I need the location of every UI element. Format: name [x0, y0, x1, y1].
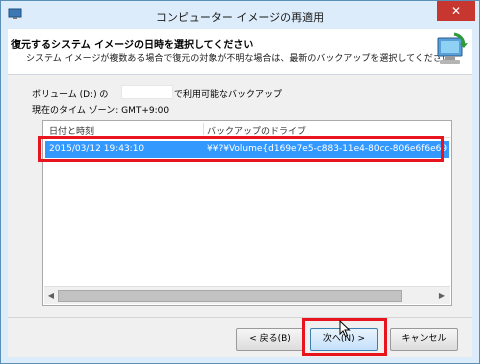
step-title: 復元するシステム イメージの日時を選択してください — [11, 40, 254, 51]
cancel-button[interactable]: キャンセル — [390, 328, 458, 351]
scroll-right-icon[interactable]: ▶ — [436, 290, 448, 301]
title-bar: コンピューター イメージの再適用 ✕ — [1, 1, 479, 29]
horizontal-scrollbar[interactable]: ◀ ▶ — [44, 286, 450, 304]
footer-divider — [8, 317, 472, 318]
computer-backup-icon — [437, 32, 468, 64]
timezone-label: 現在のタイム ゾーン: GMT+9:00 — [32, 106, 170, 116]
backup-row[interactable]: 2015/03/12 19:43:10 ¥¥?¥Volume{d169e7e5-… — [45, 141, 449, 158]
column-divider[interactable] — [203, 123, 204, 135]
column-header-drive[interactable]: バックアップのドライブ — [207, 124, 306, 137]
close-button[interactable]: ✕ — [437, 1, 475, 21]
step-description: システム イメージが複数ある場合で復元の対象が不明な場合は、最新のバックアップを… — [26, 54, 460, 64]
wizard-header: 復元するシステム イメージの日時を選択してください システム イメージが複数ある… — [8, 29, 472, 75]
column-header-datetime[interactable]: 日付と時刻 — [49, 124, 94, 137]
backup-list[interactable]: 日付と時刻 バックアップのドライブ 2015/03/12 19:43:10 ¥¥… — [42, 120, 452, 306]
volume-name-field — [121, 85, 173, 99]
scroll-left-icon[interactable]: ◀ — [45, 290, 57, 301]
backup-drive-cell: ¥¥?¥Volume{d169e7e5-c883-11e4-80cc-806e6… — [207, 144, 447, 154]
backup-date-cell: 2015/03/12 19:43:10 — [49, 144, 145, 154]
mouse-pointer-icon — [339, 320, 351, 338]
wizard-body: ボリューム (D:) の で利用可能なバックアップ 現在のタイム ゾーン: GM… — [8, 75, 472, 357]
list-header: 日付と時刻 バックアップのドライブ — [43, 121, 451, 138]
back-button[interactable]: < 戻る(B) — [236, 328, 304, 351]
restore-wizard-window: コンピューター イメージの再適用 ✕ 復元するシステム イメージの日時を選択して… — [0, 0, 480, 364]
volume-label-suffix: で利用可能なバックアップ — [174, 90, 283, 100]
scroll-thumb[interactable] — [58, 290, 402, 302]
volume-label-prefix: ボリューム (D:) の — [32, 90, 109, 100]
window-title: コンピューター イメージの再適用 — [155, 11, 325, 24]
